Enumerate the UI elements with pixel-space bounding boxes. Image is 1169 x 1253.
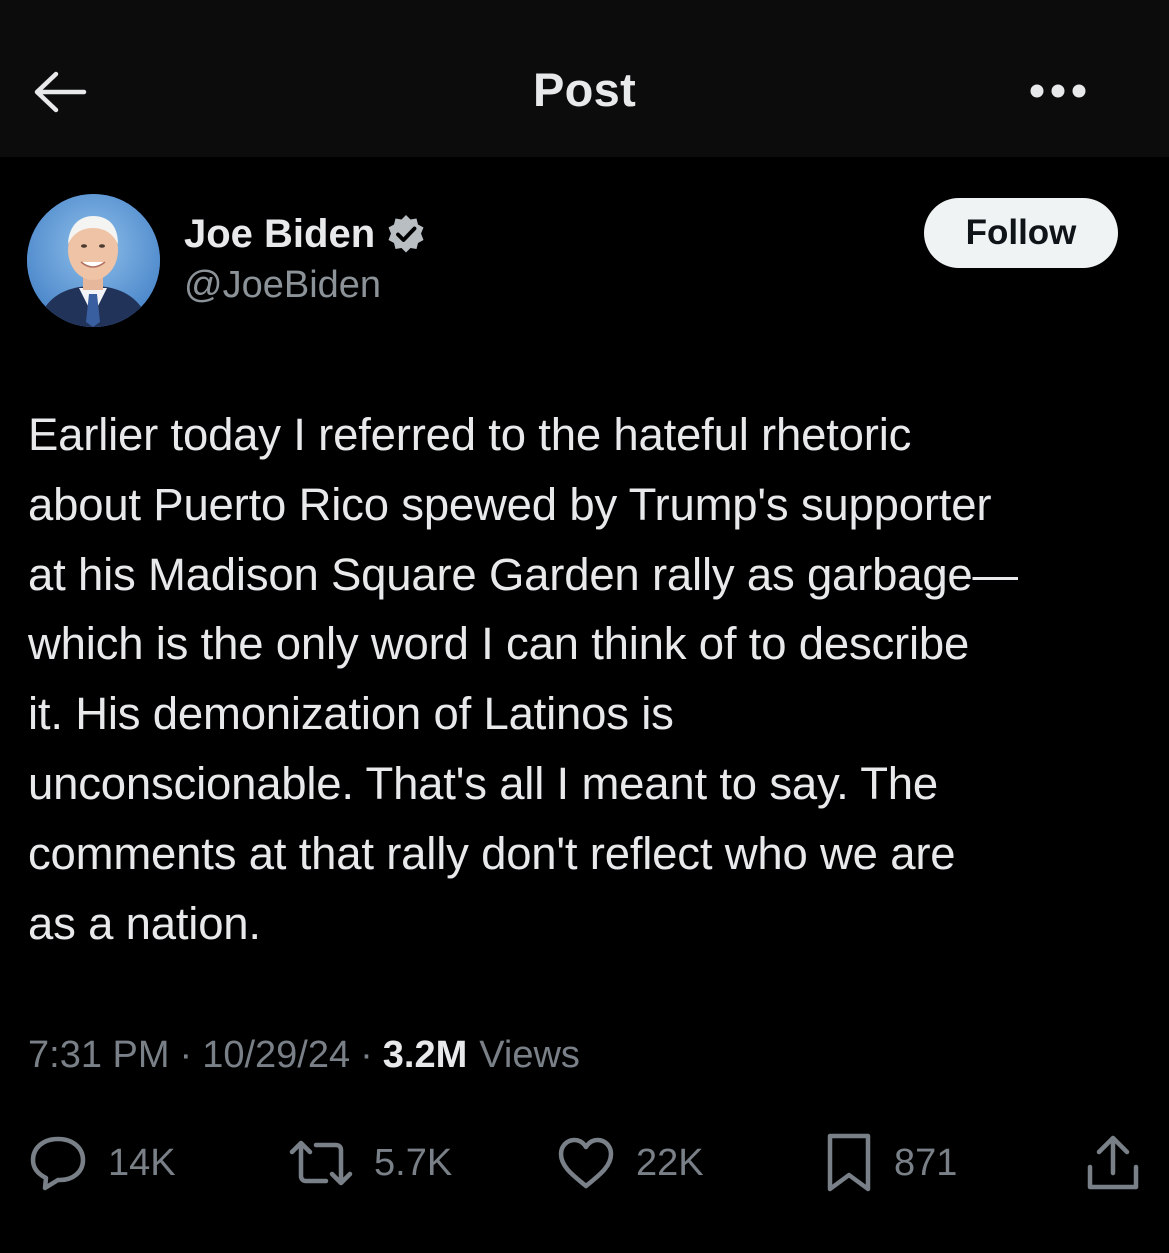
reply-count: 14K — [108, 1141, 176, 1184]
post-text: Earlier today I referred to the hateful … — [28, 409, 1018, 949]
post-meta: 7:31 PM · 10/29/24 · 3.2M Views — [28, 1034, 580, 1077]
author-name-row[interactable]: Joe Biden — [184, 207, 427, 261]
like-count: 22K — [636, 1141, 704, 1184]
follow-button[interactable]: Follow — [924, 198, 1118, 268]
post-screen: Post Joe Biden @JoeBiden Follow Earlier … — [0, 0, 1169, 1253]
views-label[interactable]: Views — [479, 1034, 580, 1077]
reply-icon — [28, 1134, 88, 1192]
meta-separator: · — [179, 1034, 193, 1076]
display-name[interactable]: Joe Biden — [184, 212, 375, 257]
bookmark-icon — [824, 1132, 874, 1194]
reply-button[interactable]: 14K — [28, 1130, 176, 1196]
repost-icon — [288, 1138, 354, 1188]
repost-button[interactable]: 5.7K — [288, 1130, 452, 1196]
more-icon — [1029, 83, 1087, 99]
share-button[interactable] — [1084, 1130, 1142, 1196]
page-title: Post — [532, 63, 637, 116]
author-handle[interactable]: @JoeBiden — [184, 264, 381, 307]
repost-count: 5.7K — [374, 1141, 453, 1184]
verified-badge-icon — [385, 213, 427, 255]
bookmark-button[interactable]: 871 — [824, 1130, 957, 1196]
post-date[interactable]: 10/29/24 — [202, 1034, 350, 1077]
bookmark-count: 871 — [894, 1141, 958, 1184]
post-time[interactable]: 7:31 PM — [28, 1034, 170, 1077]
views-count[interactable]: 3.2M — [383, 1034, 467, 1077]
share-icon — [1084, 1133, 1142, 1193]
more-options-button[interactable] — [1018, 66, 1098, 116]
top-bar: Post — [0, 0, 1169, 157]
like-button[interactable]: 22K — [556, 1130, 704, 1196]
meta-separator: · — [360, 1034, 373, 1076]
heart-icon — [556, 1136, 616, 1190]
avatar[interactable] — [27, 194, 160, 327]
